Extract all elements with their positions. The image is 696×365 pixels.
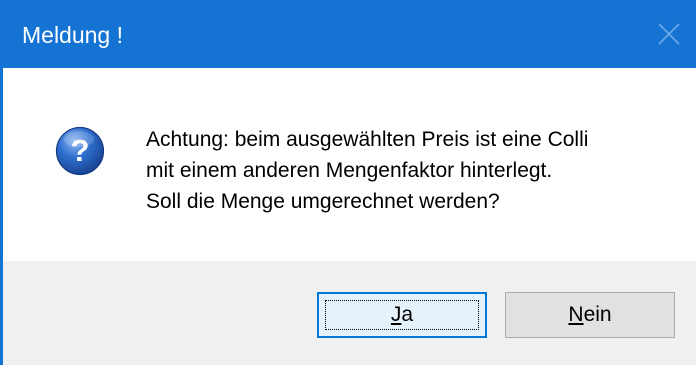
close-icon bbox=[658, 23, 680, 45]
yes-button-accesskey: J bbox=[390, 303, 402, 326]
message-line: mit einem anderen Mengenfaktor hinterleg… bbox=[146, 159, 553, 182]
no-button[interactable]: Nein bbox=[505, 292, 675, 338]
svg-text:?: ? bbox=[71, 133, 90, 168]
close-button[interactable] bbox=[642, 0, 696, 68]
message-line: Achtung: beim ausgewählten Preis ist ein… bbox=[146, 128, 589, 151]
yes-button-label: a bbox=[401, 303, 414, 326]
title-bar[interactable]: Meldung ! bbox=[0, 0, 696, 68]
message-line: Soll die Menge umgerechnet werden? bbox=[146, 190, 500, 213]
window-title: Meldung ! bbox=[22, 22, 124, 48]
button-bar: Ja Nein bbox=[3, 261, 696, 365]
no-button-label: ein bbox=[583, 303, 612, 326]
message-dialog: Meldung ! ? Achtung: beim ausgewählten P bbox=[0, 0, 696, 365]
message-text: Achtung: beim ausgewählten Preis ist ein… bbox=[146, 124, 686, 217]
dialog-content: ? Achtung: beim ausgewählten Preis ist e… bbox=[3, 68, 696, 261]
question-icon: ? bbox=[55, 126, 105, 176]
yes-button[interactable]: Ja bbox=[317, 292, 487, 338]
no-button-accesskey: N bbox=[568, 303, 584, 326]
